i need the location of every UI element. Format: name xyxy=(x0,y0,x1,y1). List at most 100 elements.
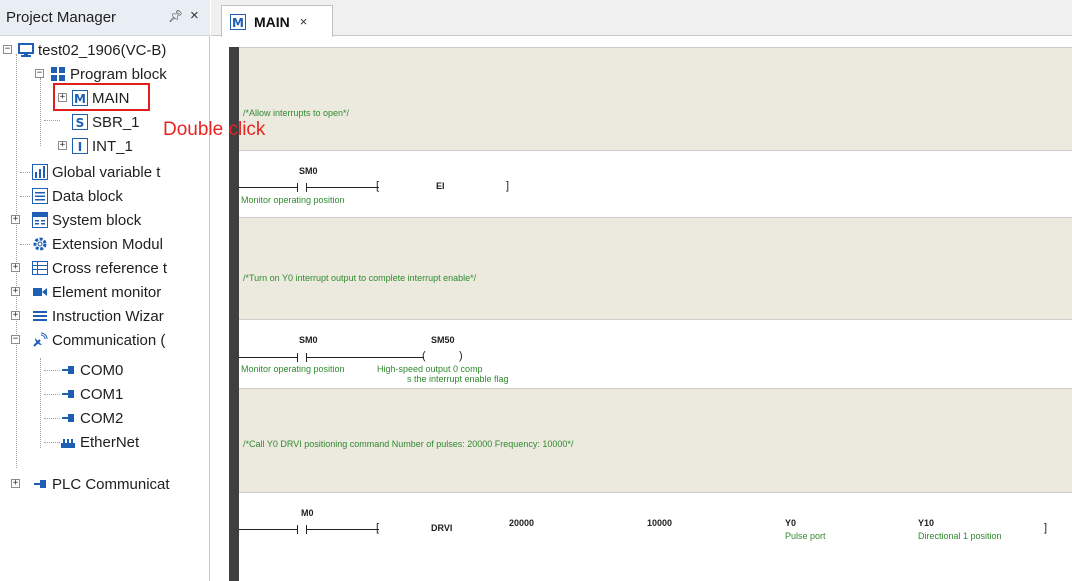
expand-toggle[interactable]: + xyxy=(58,141,67,150)
list-icon xyxy=(32,308,48,324)
program-block-icon xyxy=(50,66,66,82)
tab-main[interactable]: M MAIN × xyxy=(221,5,333,37)
tree-item-com0[interactable]: COM0 xyxy=(60,358,123,382)
contact-label: M0 xyxy=(301,508,314,518)
interrupt-icon: I xyxy=(72,138,88,154)
tree-line xyxy=(40,358,41,448)
contact-symbol xyxy=(297,525,298,534)
contact-label: SM0 xyxy=(299,335,318,345)
ladder-rung[interactable]: SM0 [ EI ] Monitor operating position xyxy=(239,151,1072,217)
tree-item-int[interactable]: I INT_1 xyxy=(72,134,133,158)
tree-item-label: COM2 xyxy=(80,409,124,427)
svg-text:M: M xyxy=(232,16,244,30)
wire xyxy=(239,357,297,358)
tree-item-global-variables[interactable]: Global variable t xyxy=(32,160,160,184)
instruction-bracket-open: [ xyxy=(376,180,380,192)
tree-item-label: EtherNet xyxy=(80,433,140,451)
wire xyxy=(306,187,379,188)
tree-item-com2[interactable]: COM2 xyxy=(60,406,123,430)
pin-icon[interactable]: 📌︎ xyxy=(168,9,183,23)
expand-toggle[interactable]: + xyxy=(11,215,20,224)
network-icon xyxy=(60,434,76,450)
tree-line xyxy=(44,442,60,443)
main-highlight-box xyxy=(53,83,150,111)
port-icon xyxy=(60,362,76,378)
network-comment-text: /*Call Y0 DRVI positioning command Numbe… xyxy=(243,439,574,449)
wire xyxy=(306,357,424,358)
instruction-bracket-open: [ xyxy=(376,522,380,534)
instruction-bracket-close: ] xyxy=(1044,522,1048,534)
contact-symbol xyxy=(297,183,298,192)
tree-item-label: Instruction Wizar xyxy=(52,307,164,325)
tree-line xyxy=(20,196,30,197)
tree-line xyxy=(44,394,60,395)
expand-toggle[interactable]: + xyxy=(11,479,20,488)
svg-text:I: I xyxy=(78,140,82,154)
tree-line xyxy=(40,78,41,146)
contact-comment: Monitor operating position xyxy=(241,364,345,374)
contact-comment: Monitor operating position xyxy=(241,195,345,205)
collapse-toggle[interactable]: − xyxy=(35,69,44,78)
close-icon[interactable]: × xyxy=(300,14,308,29)
collapse-toggle[interactable]: − xyxy=(11,335,20,344)
instruction-arg: 20000 xyxy=(509,518,535,528)
monitor-icon xyxy=(32,284,48,300)
contact-label: SM0 xyxy=(299,166,318,176)
tree-item-plc-communication[interactable]: PLC Communicat xyxy=(32,472,170,496)
instruction-label: EI xyxy=(436,181,445,191)
project-manager-header: Project Manager 📌︎ × xyxy=(0,0,210,36)
tree-item-label: Communication ( xyxy=(52,331,166,349)
tree-item-ethernet[interactable]: EtherNet xyxy=(60,430,139,454)
close-panel-button[interactable]: × xyxy=(190,7,199,24)
tree-item-label: Global variable t xyxy=(52,163,161,181)
network-comment[interactable]: /*Call Y0 DRVI positioning command Numbe… xyxy=(239,388,1072,493)
argument-comment: Directional 1 position xyxy=(918,531,1002,541)
wire xyxy=(306,529,379,530)
tree-item-label: SBR_1 xyxy=(92,113,140,131)
tree-item-instruction-wizard[interactable]: Instruction Wizar xyxy=(32,304,164,328)
port-icon xyxy=(32,476,48,492)
expand-toggle[interactable]: + xyxy=(11,311,20,320)
coil-comment: High-speed output 0 comp xyxy=(377,364,483,374)
tree-item-system-block[interactable]: System block xyxy=(32,208,141,232)
tree-item-label: System block xyxy=(52,211,142,229)
project-manager-panel: Project Manager 📌︎ × − test02_1906(VC-B)… xyxy=(0,0,210,581)
expand-toggle[interactable]: + xyxy=(11,263,20,272)
tree-item-label: Program block xyxy=(70,65,167,83)
network-comment[interactable]: /*Turn on Y0 interrupt output to complet… xyxy=(239,217,1072,320)
tree-item-cross-reference[interactable]: Cross reference t xyxy=(32,256,167,280)
main-program-icon: M xyxy=(230,13,246,30)
global-variable-icon xyxy=(32,164,48,180)
ladder-rung[interactable]: SM0 ( ) SM50 Monitor operating position … xyxy=(239,320,1072,388)
tree-line xyxy=(44,370,60,371)
tree-item-communication[interactable]: Communication ( xyxy=(32,328,165,352)
editor-tab-bar: M MAIN × xyxy=(211,0,1072,37)
ladder-editor[interactable]: /*Allow interrupts to open*/ SM0 [ EI ] … xyxy=(211,37,1072,581)
tree-line xyxy=(20,244,30,245)
ladder-rung[interactable]: M0 [ DRVI 20000 10000 Y0 Pulse port Y10 … xyxy=(239,493,1072,581)
tree-item-label: Cross reference t xyxy=(52,259,168,277)
tree-line xyxy=(20,172,30,173)
subroutine-icon: S xyxy=(72,114,88,130)
tree-item-project[interactable]: test02_1906(VC-B) xyxy=(18,38,166,62)
network-comment[interactable]: /*Allow interrupts to open*/ xyxy=(239,47,1072,151)
table-icon xyxy=(32,260,48,276)
tree-item-data-block[interactable]: Data block xyxy=(32,184,123,208)
instruction-bracket-close: ] xyxy=(506,180,510,192)
instruction-arg: Y0 xyxy=(785,518,797,528)
computer-icon xyxy=(18,42,34,58)
tree-item-com1[interactable]: COM1 xyxy=(60,382,123,406)
expand-toggle[interactable]: + xyxy=(11,287,20,296)
wire xyxy=(239,529,297,530)
tree-item-element-monitor[interactable]: Element monitor xyxy=(32,280,161,304)
double-click-annotation: Double click xyxy=(163,119,266,140)
gear-icon xyxy=(32,236,48,252)
coil-comment: s the interrupt enable flag xyxy=(407,374,509,384)
tree-line xyxy=(44,120,60,121)
tree-item-sbr[interactable]: S SBR_1 xyxy=(72,110,140,134)
instruction-arg: 10000 xyxy=(647,518,673,528)
tree-item-extension-module[interactable]: Extension Modul xyxy=(32,232,163,256)
tree-item-label: COM1 xyxy=(80,385,124,403)
collapse-toggle[interactable]: − xyxy=(3,45,12,54)
system-block-icon xyxy=(32,212,48,228)
